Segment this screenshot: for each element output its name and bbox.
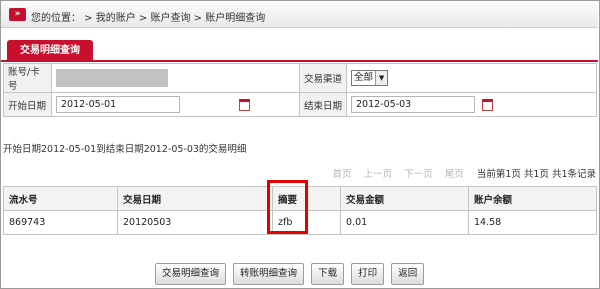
detail-query-button[interactable]: 交易明细查询	[155, 263, 227, 285]
header-serial: 流水号	[3, 186, 118, 211]
action-buttons: 交易明细查询 转账明细查询 下载 打印 返回	[155, 263, 428, 285]
start-date-label: 开始日期	[3, 92, 52, 117]
pager-info: 当前第1页 共1页 共1条记录	[476, 169, 596, 180]
range-summary: 开始日期2012-05-01到结束日期2012-05-03的交易明细	[3, 144, 247, 155]
chevron-down-icon: ▼	[375, 71, 388, 85]
header-amount: 交易金额	[340, 186, 469, 211]
query-form: 账号/卡号 交易渠道 全部 ▼ 开始日期 2012-05-01 结束日期 2012…	[3, 63, 597, 117]
channel-select[interactable]: 全部 ▼	[351, 70, 389, 86]
calendar-icon[interactable]	[239, 98, 251, 111]
pager-first[interactable]: 首页	[333, 169, 352, 180]
pager-last[interactable]: 尾页	[445, 169, 464, 180]
transfer-query-button[interactable]: 转账明细查询	[233, 263, 305, 285]
cell-date: 20120503	[117, 210, 273, 235]
cell-amount: 0.01	[340, 210, 469, 235]
tab-transaction-detail[interactable]: 交易明细查询	[7, 40, 93, 61]
end-date-label: 结束日期	[299, 92, 347, 117]
channel-select-value: 全部	[354, 72, 374, 83]
header-date: 交易日期	[117, 186, 273, 211]
channel-label: 交易渠道	[299, 63, 347, 93]
account-field-masked[interactable]	[56, 69, 168, 87]
download-button[interactable]: 下载	[311, 263, 345, 285]
breadcrumb: 您的位置： > 我的账户 > 账户查询 > 账户明细查询	[31, 13, 266, 24]
pager: 首页 上一页 下一页 尾页 当前第1页 共1页 共1条记录	[324, 166, 596, 180]
highlight-box	[267, 180, 308, 234]
calendar-icon[interactable]	[482, 98, 494, 111]
back-button[interactable]: 返回	[391, 263, 425, 285]
breadcrumb-bar: » 您的位置： > 我的账户 > 账户查询 > 账户明细查询	[1, 1, 598, 28]
pager-prev[interactable]: 上一页	[364, 169, 393, 180]
tab-underline	[1, 60, 598, 62]
account-label: 账号/卡号	[3, 63, 52, 93]
end-date-input[interactable]: 2012-05-03	[351, 96, 475, 113]
location-arrow-icon: »	[9, 8, 26, 21]
header-balance: 账户余额	[468, 186, 597, 211]
start-date-input[interactable]: 2012-05-01	[56, 96, 180, 113]
pager-next[interactable]: 下一页	[404, 169, 433, 180]
cell-serial: 869743	[3, 210, 118, 235]
cell-balance: 14.58	[468, 210, 597, 235]
print-button[interactable]: 打印	[351, 263, 385, 285]
